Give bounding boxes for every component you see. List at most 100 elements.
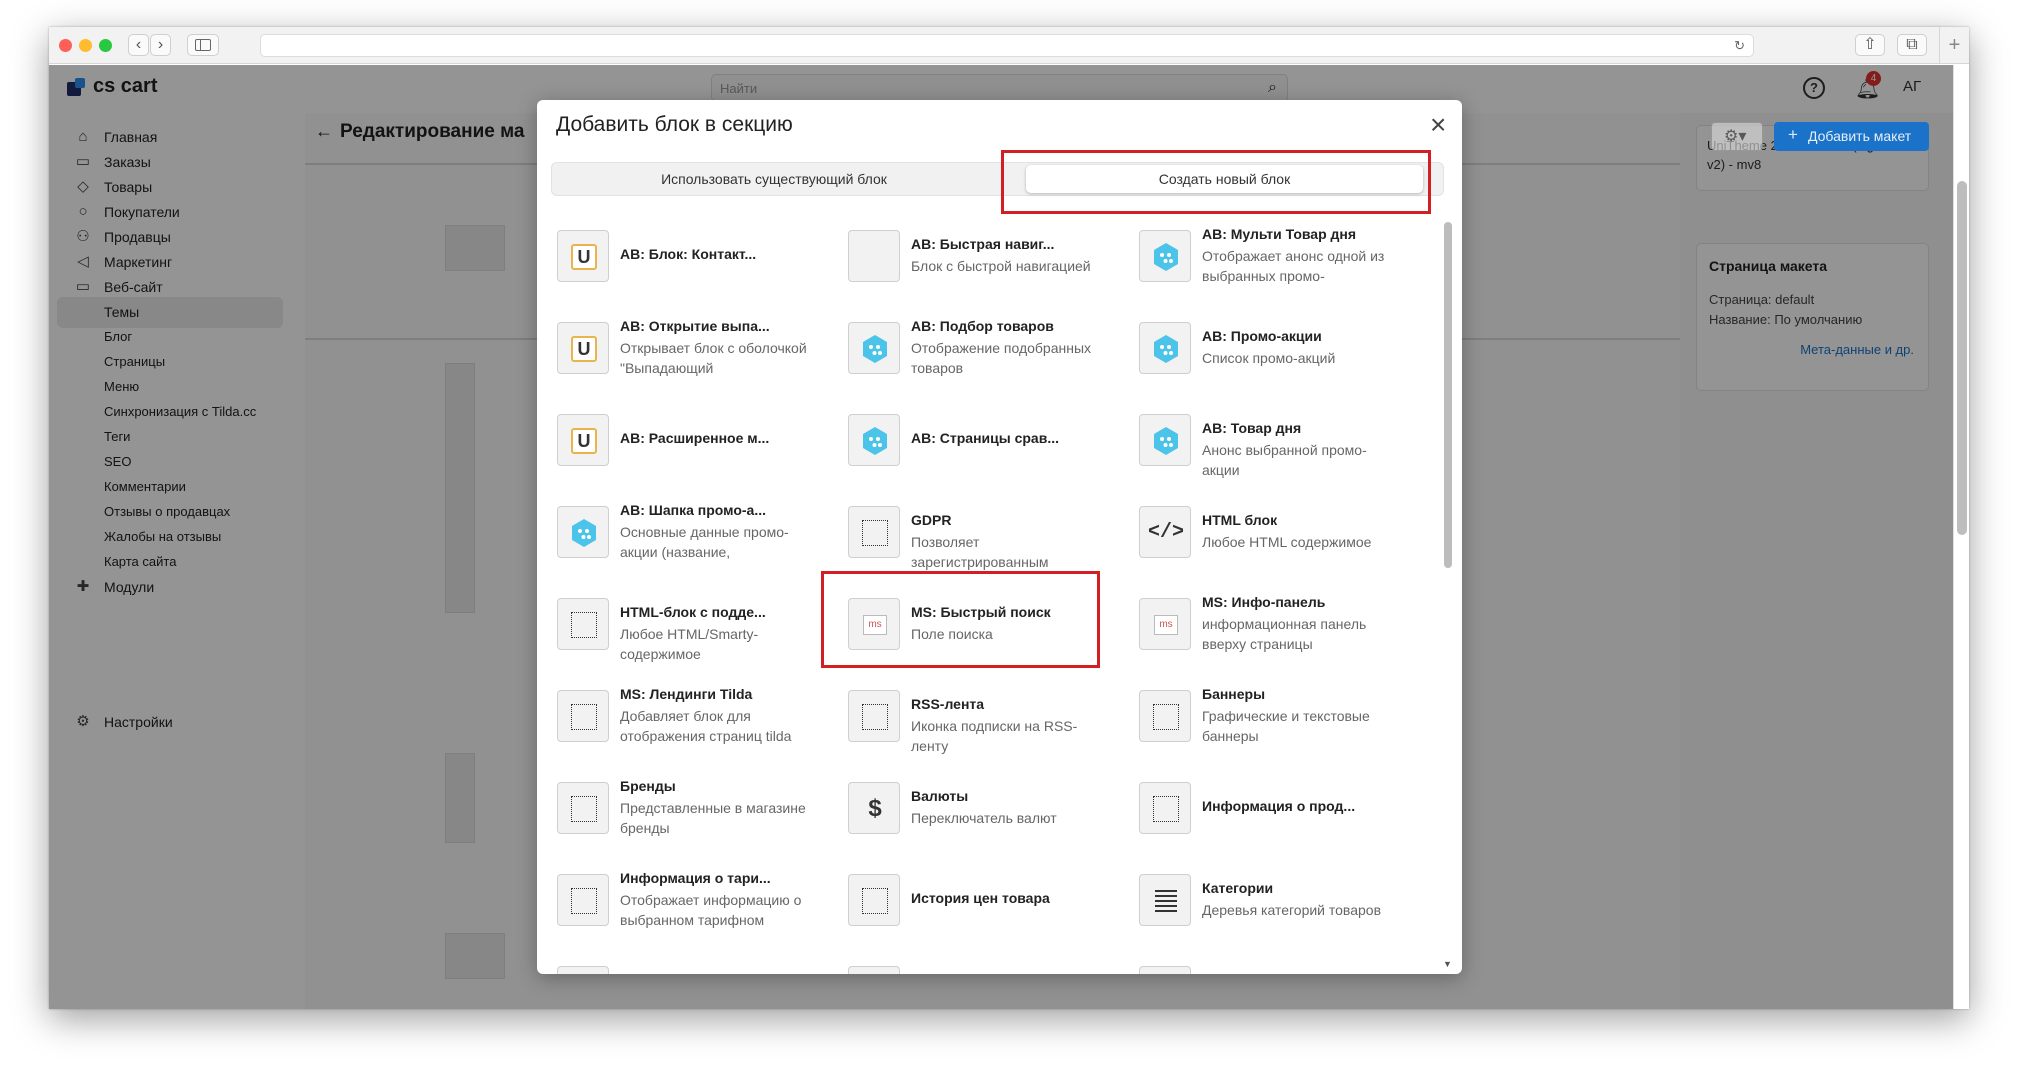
block-item-description: Основные данные промо-акции (название, <box>620 524 789 560</box>
block-item[interactable]: </> HTML блок Любое HTML содержимое <box>1139 488 1409 568</box>
block-item[interactable]: U АВ: Блок: Контакт... <box>557 212 827 292</box>
scroll-down-icon[interactable]: ▼ <box>1443 959 1452 969</box>
block-item-description: Добавляет блок для отображения страниц t… <box>620 708 792 744</box>
block-item[interactable]: АВ: Мульти Товар дня Отображает анонс одн… <box>1139 212 1409 292</box>
block-item[interactable]: $ Валюты Переключатель валют <box>848 764 1118 844</box>
block-item[interactable]: U АВ: Расширенное м... <box>557 396 827 476</box>
tabs-overview-icon[interactable]: ⧉ <box>1897 34 1927 56</box>
block-item[interactable]: Бренды Представленные в магазине бренды <box>557 764 827 844</box>
gear-dropdown-icon: ⚙▾ <box>1724 128 1747 145</box>
block-item-description: Иконка подписки на RSS-ленту <box>911 718 1078 754</box>
page-scrollbar-thumb[interactable] <box>1957 181 1967 535</box>
block-item-description: Отображает информацию о выбранном тарифн… <box>620 892 802 928</box>
block-item-description: Отображение подобранных товаров <box>911 340 1092 376</box>
block-item-name: GDPR <box>911 512 952 528</box>
dotted-square-icon <box>557 874 609 926</box>
dotted-square-icon <box>557 690 609 742</box>
block-item[interactable]: Информация о прод... <box>1139 764 1409 844</box>
block-item-name: АВ: Товар дня <box>1202 420 1302 436</box>
block-item[interactable]: АВ: Быстрая навиг... Блок с быстрой навиг… <box>848 212 1118 292</box>
add-layout-label: Добавить макет <box>1808 128 1912 144</box>
block-item[interactable]: GDPR Позволяет зарегистрированным <box>848 488 1118 570</box>
reload-icon[interactable]: ↻ <box>1734 38 1745 54</box>
ab-hex-icon <box>1139 414 1191 466</box>
block-item-name: RSS-лента <box>911 696 985 712</box>
block-item-name: АВ: Страницы срав... <box>911 430 1059 446</box>
block-item[interactable]: RSS-лента Иконка подписки на RSS-ленту <box>848 672 1118 754</box>
browser-toolbar: ‹ › ↻ ⇧ ⧉ + <box>49 27 1969 64</box>
block-item-name: MS: Быстрый поиск <box>911 604 1051 620</box>
ab-hex-icon <box>848 322 900 374</box>
block-item-name: MS: Лендинги Tilda <box>620 686 753 702</box>
blank-icon <box>848 230 900 282</box>
block-item[interactable] <box>1139 948 1409 974</box>
block-item-name: HTML блок <box>1202 512 1278 528</box>
block-item-name: АВ: Расширенное м... <box>620 430 770 446</box>
dotted-square-icon <box>848 966 900 974</box>
ab-hex-icon <box>1139 230 1191 282</box>
block-item-description: информационная панель вверху страницы <box>1202 616 1367 652</box>
block-item-name: АВ: Блок: Контакт... <box>620 246 757 262</box>
block-item[interactable]: ms MS: Инфо-панель информационная панель в… <box>1139 580 1409 660</box>
minimize-window-button[interactable] <box>79 39 92 52</box>
block-item[interactable]: MS: Лендинги Tilda Добавляет блок для ото… <box>557 672 827 752</box>
ab-hex-icon <box>848 414 900 466</box>
block-item-description: Открывает блок с оболочкой "Выпадающий <box>620 340 807 376</box>
block-item-name: АВ: Мульти Товар дня <box>1202 226 1357 242</box>
unitheme-u-icon: U <box>557 414 609 466</box>
code-icon: </> <box>1139 506 1191 558</box>
block-item[interactable]: Баннеры Графические и текстовые баннеры <box>1139 672 1409 752</box>
dollar-icon: $ <box>848 782 900 834</box>
block-item[interactable]: АВ: Промо-акции Список промо-акций <box>1139 304 1409 384</box>
dotted-square-icon <box>848 506 900 558</box>
block-item-name: Информация о прод... <box>1202 798 1356 814</box>
block-item-name: АВ: Быстрая навиг... <box>911 236 1055 252</box>
dotted-square-icon <box>557 782 609 834</box>
block-item[interactable]: Категории продавца <box>557 948 827 974</box>
close-window-button[interactable] <box>59 39 72 52</box>
block-item[interactable]: Информация о тари... Отображает информаци… <box>557 856 827 936</box>
block-item[interactable]: ms MS: Быстрый поиск Поле поиска <box>848 580 1118 660</box>
ab-hex-icon <box>557 506 609 558</box>
block-item[interactable]: U АВ: Открытие выпа... Открывает блок с об… <box>557 304 827 384</box>
back-icon[interactable]: ‹ <box>128 34 149 56</box>
block-item-description: Любое HTML/Smarty-содержимое <box>620 626 759 662</box>
block-item[interactable]: АВ: Страницы срав... <box>848 396 1118 476</box>
block-item[interactable]: История цен товара <box>848 856 1118 936</box>
dotted-square-icon <box>1139 690 1191 742</box>
ab-hex-icon <box>1139 322 1191 374</box>
block-item-description: Список промо-акций <box>1202 350 1336 366</box>
dotted-square-icon <box>557 598 609 650</box>
share-icon[interactable]: ⇧ <box>1855 34 1885 56</box>
tab-use-existing[interactable]: Использовать существующий блок <box>554 165 994 193</box>
block-item[interactable]: АВ: Подбор товаров Отображение подобранны… <box>848 304 1118 384</box>
block-item[interactable] <box>848 948 1118 974</box>
block-item[interactable]: АВ: Шапка промо-а... Основные данные пром… <box>557 488 827 568</box>
block-item-name: MS: Инфо-панель <box>1202 594 1326 610</box>
modal-scrollbar[interactable]: ▼ <box>1442 212 1454 974</box>
sidebar-toggle-icon[interactable] <box>187 34 219 56</box>
close-icon[interactable]: × <box>1430 111 1446 139</box>
tab-create-new[interactable]: Создать новый блок <box>1026 165 1423 193</box>
modal-tabs: Использовать существующий блок Создать н… <box>551 162 1444 196</box>
block-item-name: Баннеры <box>1202 686 1266 702</box>
block-item-name: АВ: Открытие выпа... <box>620 318 770 334</box>
block-item-description: Представленные в магазине бренды <box>620 800 806 836</box>
dotted-square-icon <box>1139 966 1191 974</box>
new-tab-icon[interactable]: + <box>1939 27 1969 64</box>
block-item[interactable]: Категории Деревья категорий товаров <box>1139 856 1409 936</box>
block-item[interactable]: АВ: Товар дня Анонс выбранной промо-акции <box>1139 396 1409 478</box>
forward-icon[interactable]: › <box>150 34 171 56</box>
block-item[interactable]: HTML-блок с подде... Любое HTML/Smarty-со… <box>557 580 827 662</box>
add-layout-button[interactable]: + Добавить макет <box>1774 122 1929 151</box>
dotted-square-icon <box>848 874 900 926</box>
plus-icon: + <box>1788 125 1798 144</box>
block-item-name: Категории <box>1202 880 1274 896</box>
settings-dropdown-button[interactable]: ⚙▾ <box>1711 122 1763 151</box>
page-scrollbar[interactable] <box>1953 65 1969 1009</box>
address-bar[interactable]: ↻ <box>260 34 1754 57</box>
dotted-square-icon <box>557 966 609 974</box>
maximize-window-button[interactable] <box>99 39 112 52</box>
modal-scrollbar-thumb[interactable] <box>1444 222 1452 568</box>
dotted-square-icon <box>848 690 900 742</box>
